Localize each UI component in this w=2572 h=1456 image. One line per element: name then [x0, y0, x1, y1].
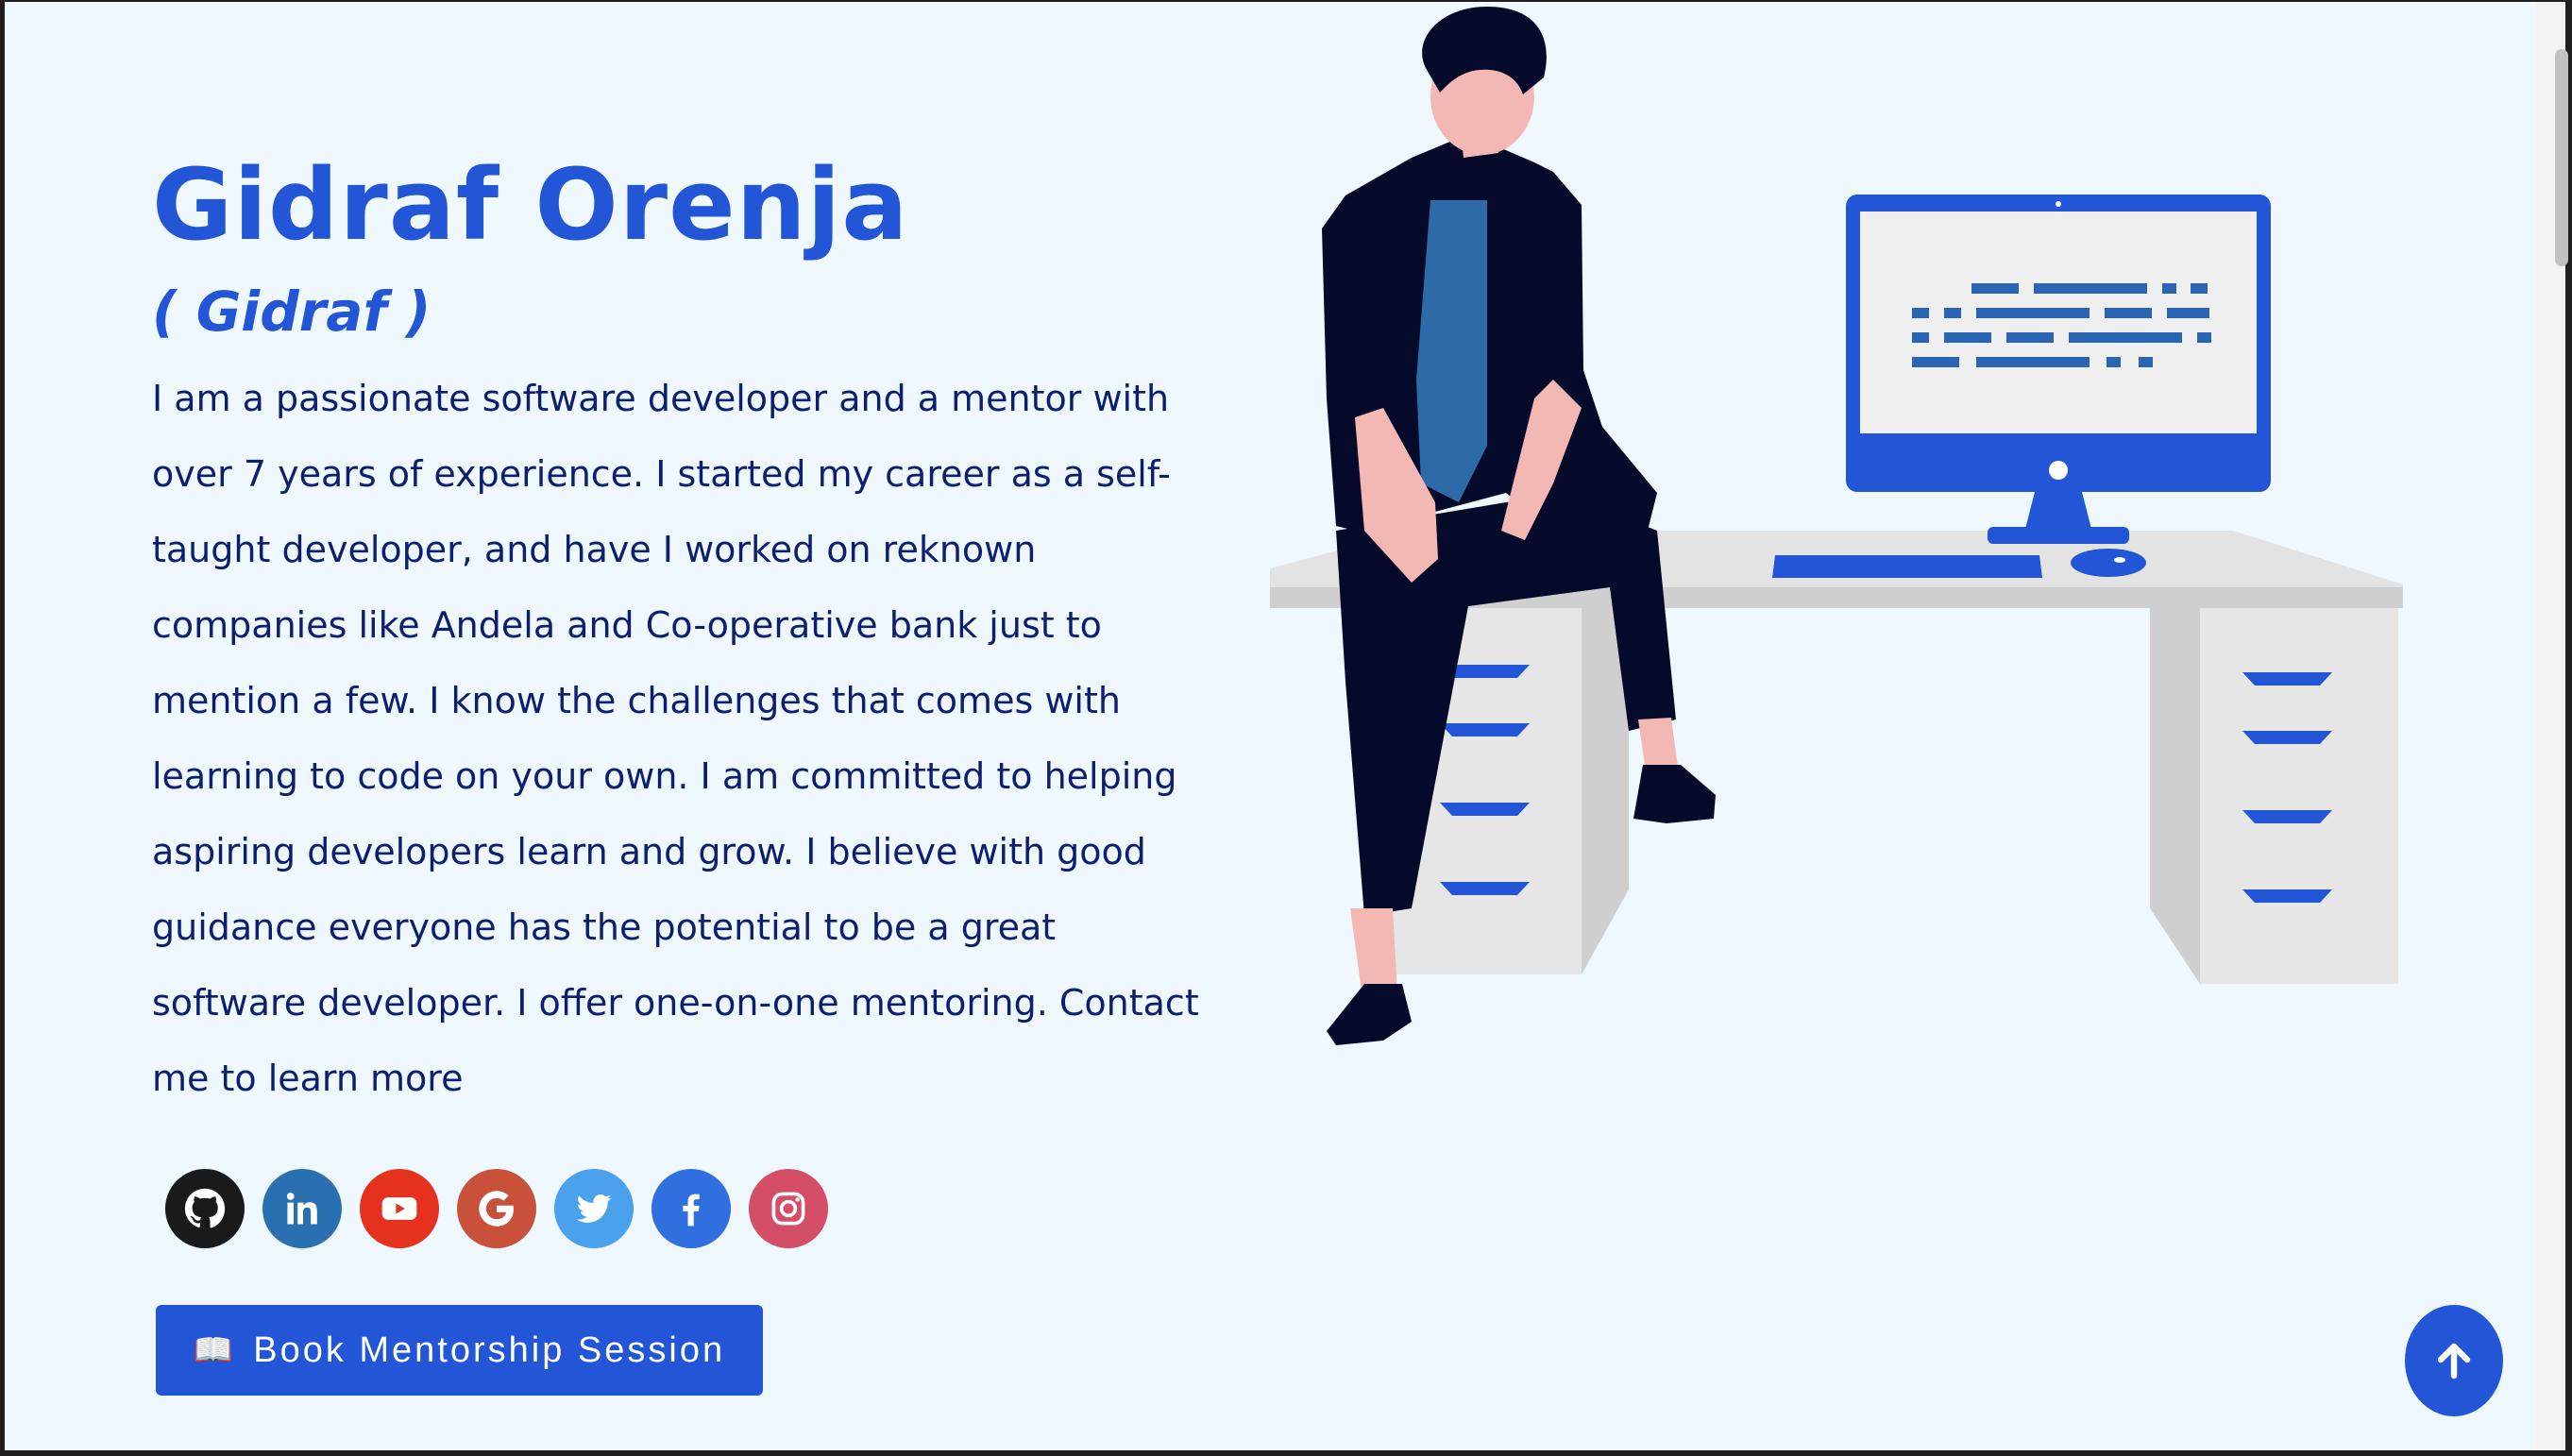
facebook-link[interactable] — [651, 1169, 731, 1248]
social-links — [165, 1169, 828, 1248]
open-book-icon: 📖 — [193, 1332, 237, 1368]
instagram-link[interactable] — [749, 1169, 828, 1248]
youtube-link[interactable] — [360, 1169, 439, 1248]
profile-nickname: ( Gidraf ) — [152, 279, 431, 344]
facebook-icon — [683, 1194, 700, 1227]
profile-bio: I am a passionate software developer and… — [152, 378, 1199, 1099]
linkedin-link[interactable] — [262, 1169, 342, 1248]
book-mentorship-label: Book Mentorship Session — [253, 1329, 726, 1370]
page-viewport: Gidraf Orenja ( Gidraf ) I am a passiona… — [5, 2, 2536, 1450]
twitter-link[interactable] — [554, 1169, 634, 1248]
instagram-icon — [771, 1192, 805, 1226]
twitter-icon — [576, 1194, 612, 1223]
scrollbar-thumb[interactable] — [2555, 49, 2568, 266]
developer-at-desk-illustration — [1270, 7, 2403, 1045]
arrow-up-icon — [2437, 1343, 2471, 1380]
back-to-top-button[interactable] — [2405, 1305, 2503, 1416]
google-link[interactable] — [457, 1169, 536, 1248]
github-icon — [184, 1188, 226, 1228]
book-mentorship-button[interactable]: 📖 Book Mentorship Session — [156, 1305, 763, 1396]
youtube-icon — [381, 1197, 417, 1220]
github-link[interactable] — [165, 1169, 245, 1248]
hero-intro: Gidraf Orenja ( Gidraf ) I am a passiona… — [152, 144, 1219, 1116]
linkedin-icon — [286, 1193, 317, 1225]
profile-name: Gidraf Orenja — [152, 147, 909, 262]
google-icon — [479, 1191, 514, 1227]
